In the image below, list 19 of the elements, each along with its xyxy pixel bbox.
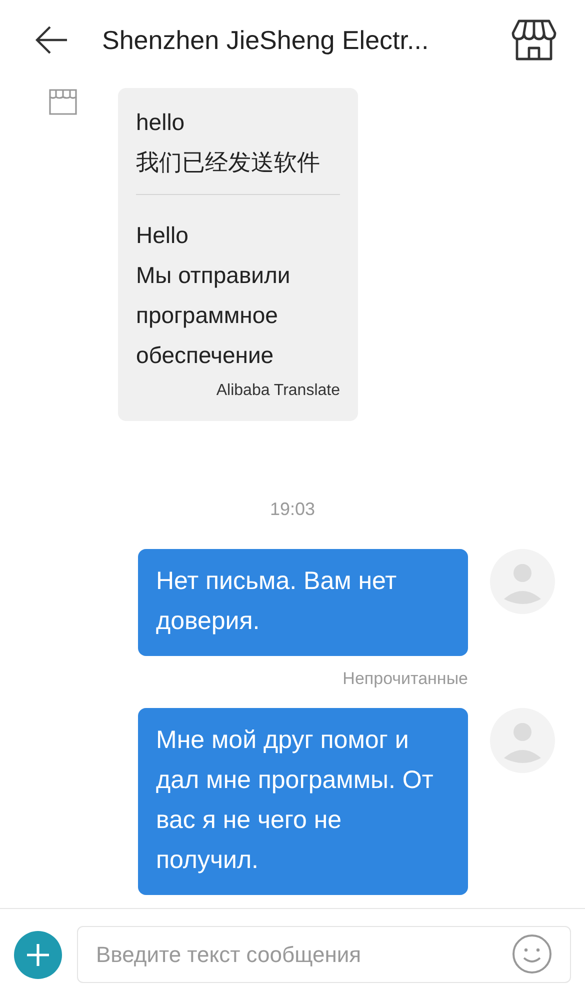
message-bubble: Мне мой друг помог и дал мне программы. От вас я не чего не получил.	[138, 708, 468, 894]
translated-text: Мы отправили программное обеспечение	[136, 261, 292, 370]
translated-text: Hello	[136, 221, 190, 250]
store-icon[interactable]	[511, 19, 557, 61]
avatar-icon	[490, 549, 555, 614]
chat-title: Shenzhen JieSheng Electr...	[102, 24, 430, 56]
timestamp: 19:03	[268, 498, 316, 521]
avatar-icon	[490, 708, 555, 772]
plus-icon	[26, 942, 50, 966]
back-arrow-icon[interactable]	[34, 25, 68, 55]
add-button[interactable]	[14, 930, 62, 978]
store-icon	[48, 88, 78, 116]
read-status: Непрочитанные	[342, 668, 468, 690]
translation-credit: Alibaba Translate	[215, 381, 340, 401]
emoji-icon[interactable]	[512, 934, 552, 974]
message-field[interactable]: Введите текст сообщения	[77, 926, 571, 983]
message-bubble: Нет письма. Вам нет доверия.	[138, 549, 468, 656]
message-text: hello	[136, 108, 186, 137]
message-text: 我们已经发送软件	[136, 148, 321, 177]
